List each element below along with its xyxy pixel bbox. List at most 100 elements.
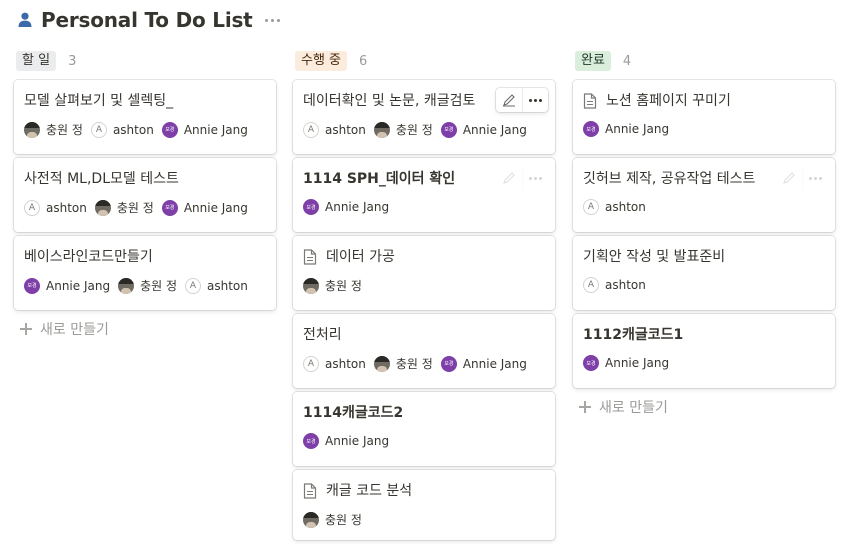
column-in-progress: 수행 중 6 데이터확인 및 논문, 캐글검토 Aashton 충원 정 보경 A…	[293, 50, 555, 544]
board-card[interactable]: 캐글 코드 분석 충원 정	[293, 470, 555, 540]
assignees: 보경 Annie Jang	[303, 199, 545, 215]
avatar-photo	[303, 511, 319, 528]
avatar-letter: A	[24, 199, 40, 216]
column-todo: 할 일 3 모델 살펴보기 및 셀렉팅_ 충원 정 Aashton 보경 Anni…	[14, 50, 276, 344]
page-header: Personal To Do List	[16, 6, 280, 34]
avatar-photo	[24, 121, 40, 138]
person-icon[interactable]	[16, 11, 34, 29]
edit-icon[interactable]	[776, 166, 802, 190]
new-card-label: 새로 만들기	[599, 400, 668, 416]
person-name: Annie Jang	[325, 434, 390, 448]
status-tag: 수행 중	[295, 51, 348, 71]
column-done: 완료 4 노션 홈페이지 꾸미기 보경 Annie Jang 깃허브 제작, 공유…	[573, 50, 835, 422]
person-name: 충원 정	[395, 123, 433, 137]
card-count: 3	[68, 53, 77, 69]
assignees: 보경 Annie Jang	[303, 433, 545, 449]
avatar-letter: A	[90, 121, 107, 138]
person-name: ashton	[207, 278, 248, 293]
document-icon	[303, 249, 317, 265]
assignees: Aashton 충원 정 보경 Annie Jang	[24, 199, 266, 216]
status-tag: 할 일	[16, 51, 57, 71]
column-header[interactable]: 할 일 3	[14, 50, 276, 72]
person-name: 충원 정	[46, 123, 83, 137]
avatar-letter: A	[303, 355, 319, 372]
card-actions	[496, 166, 548, 190]
avatar-letter: A	[303, 121, 319, 138]
person-name: Annie Jang	[325, 200, 390, 214]
person-name: 충원 정	[395, 357, 433, 371]
board-card[interactable]: 1114캐글코드2 보경 Annie Jang	[293, 392, 555, 466]
edit-icon[interactable]	[496, 88, 522, 112]
assignees: Aashton	[583, 277, 825, 293]
assignees: 충원 정 Aashton 보경 Annie Jang	[24, 121, 266, 138]
person-name: Annie Jang	[605, 356, 670, 370]
person-name: Annie Jang	[462, 122, 527, 137]
avatar-photo	[373, 121, 390, 138]
card-title: 데이터확인 및 논문, 캐글검토	[303, 93, 476, 109]
new-card-button[interactable]: 새로 만들기	[14, 314, 276, 344]
board-card[interactable]: 베이스라인코드만들기 보경 Annie Jang 충원 정 Aashton	[14, 236, 276, 310]
document-icon	[583, 93, 597, 109]
board-card[interactable]: 노션 홈페이지 꾸미기 보경 Annie Jang	[573, 80, 835, 154]
board-card[interactable]: 데이터 가공 충원 정	[293, 236, 555, 310]
card-title: 1112캐글코드1	[583, 327, 684, 343]
board-card[interactable]: 사전적 ML,DL모델 테스트 Aashton 충원 정 보경 Annie Jan…	[14, 158, 276, 232]
more-options-icon[interactable]	[264, 18, 280, 22]
edit-icon[interactable]	[496, 166, 522, 190]
column-header[interactable]: 수행 중 6	[293, 50, 555, 72]
avatar-letter: A	[583, 199, 599, 215]
person-name: ashton	[605, 200, 646, 214]
new-card-label: 새로 만들기	[40, 322, 109, 338]
assignees: 충원 정	[303, 511, 545, 528]
avatar-photo	[94, 199, 111, 216]
assignees: 보경 Annie Jang 충원 정 Aashton	[24, 277, 266, 294]
card-title: 캐글 코드 분석	[326, 483, 413, 499]
plus-icon	[20, 323, 32, 335]
avatar-badge: 보경	[24, 277, 40, 294]
avatar-photo	[373, 355, 390, 372]
avatar-badge: 보경	[440, 355, 457, 372]
board-card[interactable]: 깃허브 제작, 공유작업 테스트 Aashton	[573, 158, 835, 232]
card-title: 사전적 ML,DL모델 테스트	[24, 171, 179, 187]
more-icon[interactable]	[522, 88, 548, 112]
avatar-badge: 보경	[161, 199, 178, 216]
board-card[interactable]: 1114 SPH_데이터 확인 보경 Annie Jang	[293, 158, 555, 232]
card-title: 1114 SPH_데이터 확인	[303, 171, 456, 187]
more-icon[interactable]	[802, 166, 828, 190]
more-icon[interactable]	[522, 166, 548, 190]
board-card[interactable]: 데이터확인 및 논문, 캐글검토 Aashton 충원 정 보경 Annie Ja…	[293, 80, 555, 154]
card-title: 전처리	[303, 327, 342, 343]
assignees: Aashton	[583, 199, 825, 215]
person-name: 충원 정	[325, 513, 362, 527]
avatar-badge: 보경	[583, 355, 599, 371]
avatar-letter: A	[583, 277, 599, 293]
document-icon	[303, 483, 317, 499]
person-name: ashton	[112, 122, 154, 137]
card-actions	[776, 166, 828, 190]
avatar-badge: 보경	[303, 433, 319, 449]
board-card[interactable]: 모델 살펴보기 및 셀렉팅_ 충원 정 Aashton 보경 Annie Jang	[14, 80, 276, 154]
assignees: Aashton 충원 정 보경 Annie Jang	[303, 355, 545, 372]
card-count: 4	[622, 53, 632, 69]
person-name: ashton	[325, 356, 366, 371]
board-card[interactable]: 전처리 Aashton 충원 정 보경 Annie Jang	[293, 314, 555, 388]
person-name: Annie Jang	[605, 122, 670, 136]
person-name: Annie Jang	[183, 200, 248, 215]
avatar-badge: 보경	[440, 121, 457, 138]
plus-icon	[579, 401, 591, 413]
column-header[interactable]: 완료 4	[573, 50, 835, 72]
person-name: Annie Jang	[462, 356, 527, 371]
status-tag: 완료	[575, 51, 611, 71]
assignees: Aashton 충원 정 보경 Annie Jang	[303, 121, 545, 138]
board-card[interactable]: 기획안 작성 및 발표준비 Aashton	[573, 236, 835, 310]
board-card[interactable]: 1112캐글코드1 보경 Annie Jang	[573, 314, 835, 388]
person-name: ashton	[325, 122, 366, 137]
card-title: 데이터 가공	[326, 249, 395, 265]
card-count: 6	[359, 53, 368, 69]
avatar-badge: 보경	[583, 121, 599, 137]
page-title[interactable]: Personal To Do List	[41, 8, 253, 32]
new-card-button[interactable]: 새로 만들기	[573, 392, 835, 422]
person-name: 충원 정	[140, 279, 178, 293]
avatar-badge: 보경	[303, 199, 319, 215]
person-name: ashton	[46, 200, 87, 215]
